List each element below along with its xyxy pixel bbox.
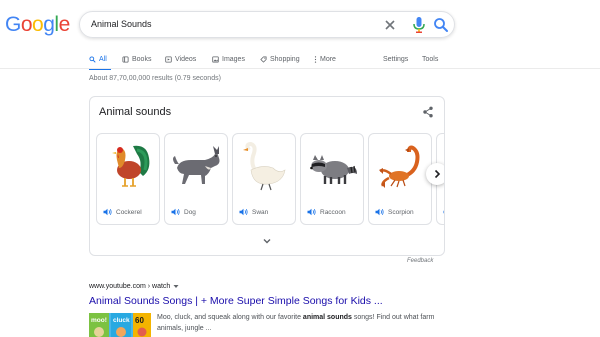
header-divider bbox=[0, 68, 600, 69]
speaker-icon[interactable] bbox=[443, 208, 445, 216]
search-box[interactable]: Animal Sounds bbox=[79, 11, 455, 38]
thumb-badge: moo! bbox=[91, 317, 107, 324]
feedback-link[interactable]: Feedback bbox=[407, 258, 433, 264]
speaker-icon[interactable] bbox=[375, 208, 384, 216]
tab-label: Books bbox=[132, 55, 152, 63]
animal-tile-swan[interactable]: Swan bbox=[232, 133, 296, 225]
video-thumbnail[interactable]: moo! cluck 60 bbox=[89, 313, 151, 337]
result-cite[interactable]: www.youtube.com › watch bbox=[89, 283, 179, 290]
scorpion-icon bbox=[379, 145, 420, 188]
carousel-next-button[interactable] bbox=[426, 163, 444, 185]
result-title-link[interactable]: Animal Sounds Songs | + More Super Simpl… bbox=[89, 295, 383, 307]
animal-label bbox=[443, 208, 445, 216]
tab-more[interactable]: More bbox=[314, 50, 336, 68]
caret-down-icon[interactable] bbox=[173, 284, 179, 289]
animal-name: Cockerel bbox=[116, 208, 142, 216]
snippet-highlight: animal sounds bbox=[302, 314, 352, 321]
shopping-tag-icon bbox=[260, 55, 267, 63]
logo-letter: G bbox=[5, 13, 21, 36]
search-tabs: All Books Videos Images Shopping More Se… bbox=[89, 50, 449, 70]
card-title: Animal sounds bbox=[99, 106, 172, 118]
google-logo[interactable]: Google bbox=[5, 13, 70, 37]
more-vert-icon bbox=[314, 55, 317, 63]
animal-tile-scorpion[interactable]: Scorpion bbox=[368, 133, 432, 225]
settings-link[interactable]: Settings bbox=[383, 50, 408, 68]
tab-label: All bbox=[99, 55, 107, 63]
cockerel-icon bbox=[112, 145, 150, 187]
animal-label: Swan bbox=[239, 208, 268, 216]
thumb-badge: cluck bbox=[113, 317, 130, 324]
animal-label: Raccoon bbox=[307, 208, 346, 216]
tab-images[interactable]: Images bbox=[212, 50, 245, 68]
animal-label: Cockerel bbox=[103, 208, 142, 216]
animal-carousel: Cockerel Dog Swan Raccoon Scorpion bbox=[96, 133, 445, 225]
speaker-icon[interactable] bbox=[103, 208, 112, 216]
tab-label: More bbox=[320, 55, 336, 63]
result-snippet: Moo, cluck, and squeak along with our fa… bbox=[157, 312, 447, 334]
tab-books[interactable]: Books bbox=[122, 50, 151, 68]
result-url: www.youtube.com › watch bbox=[89, 283, 171, 290]
animal-name: Raccoon bbox=[320, 208, 346, 216]
swan-icon bbox=[243, 142, 286, 191]
search-icon[interactable] bbox=[432, 16, 450, 34]
tab-all[interactable]: All bbox=[89, 50, 111, 70]
tab-videos[interactable]: Videos bbox=[165, 50, 196, 68]
image-icon bbox=[212, 55, 219, 63]
logo-letter: o bbox=[20, 13, 33, 36]
raccoon-icon bbox=[310, 155, 357, 184]
tab-shopping[interactable]: Shopping bbox=[260, 50, 300, 68]
search-icon bbox=[89, 55, 96, 63]
tab-label: Images bbox=[222, 55, 245, 63]
share-icon[interactable] bbox=[422, 106, 434, 118]
animal-tile-dog[interactable]: Dog bbox=[164, 133, 228, 225]
logo-letter: o bbox=[32, 13, 44, 36]
animal-label: Scorpion bbox=[375, 208, 414, 216]
tab-label: Shopping bbox=[270, 55, 300, 63]
logo-letter: g bbox=[43, 13, 55, 36]
tab-label: Videos bbox=[175, 55, 197, 63]
video-icon bbox=[165, 55, 172, 63]
animal-tile-raccoon[interactable]: Raccoon bbox=[300, 133, 364, 225]
search-input[interactable]: Animal Sounds bbox=[91, 19, 152, 29]
microphone-icon[interactable] bbox=[411, 16, 427, 34]
animal-sounds-card: Animal sounds Cockerel Dog Swan Raccoon … bbox=[89, 96, 445, 256]
animal-label: Dog bbox=[171, 208, 196, 216]
speaker-icon[interactable] bbox=[171, 208, 180, 216]
speaker-icon[interactable] bbox=[239, 208, 248, 216]
speaker-icon[interactable] bbox=[307, 208, 316, 216]
thumb-badge: 60 bbox=[135, 316, 144, 325]
animal-name: Scorpion bbox=[388, 208, 414, 216]
snippet-text: Moo, cluck, and squeak along with our fa… bbox=[157, 314, 303, 321]
dog-icon bbox=[173, 146, 220, 184]
animal-tile-cockerel[interactable]: Cockerel bbox=[96, 133, 160, 225]
animal-name: Swan bbox=[252, 208, 269, 216]
chevron-down-icon[interactable] bbox=[261, 236, 273, 246]
logo-letter: e bbox=[58, 13, 71, 36]
clear-icon[interactable] bbox=[382, 17, 398, 33]
animal-name: Dog bbox=[184, 208, 196, 216]
chevron-right-icon bbox=[434, 169, 441, 179]
tools-link[interactable]: Tools bbox=[422, 50, 438, 68]
result-stats: About 87,70,00,000 results (0.79 seconds… bbox=[89, 75, 221, 82]
tag-icon bbox=[122, 55, 129, 63]
